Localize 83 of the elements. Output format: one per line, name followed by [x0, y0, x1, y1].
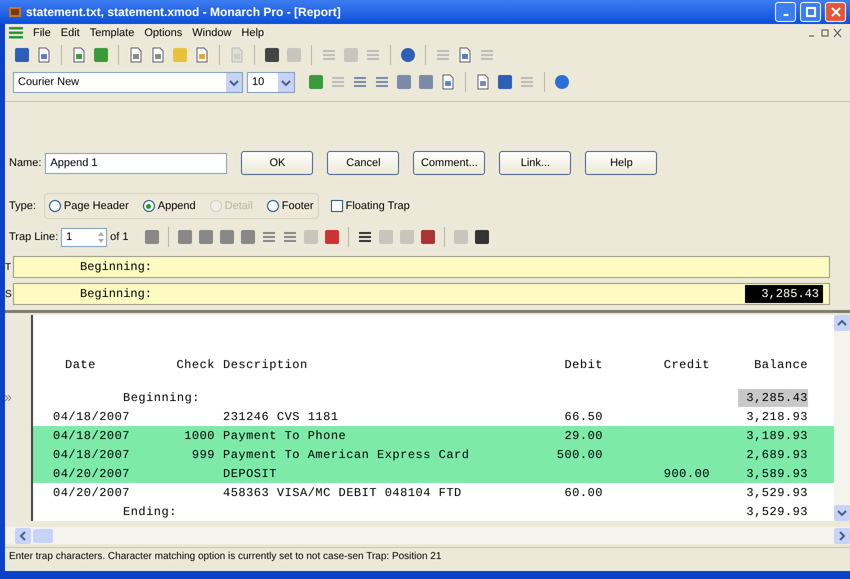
trap-line-field[interactable]: Beginning: 3,285.43	[13, 283, 830, 305]
trap-line-count: of 1	[110, 230, 128, 245]
current-row-icon	[5, 394, 11, 400]
minimize-button[interactable]	[775, 2, 796, 22]
radio-option[interactable]: Footer	[266, 198, 314, 214]
table-cell-text: 3,189.93	[745, 428, 808, 444]
close-button[interactable]	[825, 2, 846, 22]
menu-item[interactable]: Help	[241, 24, 264, 42]
table-cell-text: 3,529.93	[745, 484, 808, 502]
menu-icon[interactable]	[9, 27, 23, 39]
menu-item[interactable]: Options	[144, 24, 182, 42]
table-cell-text: Payment To American Express Card	[222, 446, 470, 464]
menu-item[interactable]: Template	[90, 24, 134, 42]
dialog-button[interactable]: Help	[585, 151, 658, 175]
trap-line-field[interactable]: Beginning:	[13, 256, 830, 278]
app-icon	[8, 5, 22, 19]
balance-cell: 3,285.43	[738, 388, 808, 406]
radio-option[interactable]: Page Header	[48, 198, 129, 214]
scroll-right-icon[interactable]	[834, 528, 850, 544]
table-cell-text: 231246 CVS 1181	[222, 408, 340, 426]
radio-button[interactable]	[48, 200, 61, 212]
table-cell-text: 04/20/2007	[53, 466, 132, 482]
table-cell-text: 458363 VISA/MC DEBIT 048104 FTD	[222, 484, 463, 502]
table-cell-text: 29.00	[563, 428, 603, 444]
table-cell-text: 04/18/2007	[53, 408, 132, 426]
menu-item[interactable]: Edit	[60, 24, 80, 42]
table-cell-text: 04/20/2007	[53, 484, 132, 502]
type-label: Type:	[9, 198, 36, 214]
row-label: Beginning:	[122, 390, 202, 406]
caret-icon[interactable]	[226, 72, 242, 92]
table-cell-text: 66.50	[563, 408, 603, 426]
floating-trap-checkbox[interactable]	[330, 200, 343, 212]
radio-option[interactable]: Append	[142, 198, 196, 214]
table-cell-text: DEPOSIT	[222, 466, 278, 482]
table-cell-text: 04/18/2007	[53, 446, 132, 464]
size-dropdown[interactable]: 10	[247, 72, 295, 92]
font-dropdown[interactable]: Courier New	[13, 72, 243, 92]
dialog-button[interactable]: Comment...	[413, 151, 486, 175]
trap-line-spinner[interactable]: 1	[61, 228, 108, 246]
column-header: Debit	[563, 356, 603, 374]
menu-item[interactable]: Window	[192, 24, 232, 42]
column-header: Date	[64, 356, 97, 374]
caret-icon[interactable]	[278, 72, 294, 92]
table-cell-text: 999	[190, 446, 215, 464]
maximize-icon	[806, 7, 816, 17]
table-cell-text: 04/18/2007	[53, 428, 132, 444]
column-header: Credit	[662, 356, 710, 374]
menu-item[interactable]: File	[33, 24, 51, 42]
vertical-scrollbar[interactable]	[834, 315, 850, 521]
checkbox-label: Floating Trap	[346, 198, 410, 214]
table-cell-text: 3,589.93	[745, 466, 808, 482]
name-label: Name:	[9, 156, 42, 171]
window-title: statement.txt, statement.xmod - Monarch Pro - [Report]	[26, 4, 341, 21]
status-bar: Enter trap characters. Character matching option is currently set to not case-sen Trap: Position 21	[5, 547, 850, 565]
table-cell-text: 1000	[183, 428, 215, 444]
column-header: Description	[222, 356, 309, 374]
table-cell-text: 900.00	[662, 466, 710, 482]
table-cell-text: Payment To Phone	[222, 428, 348, 444]
radio-button[interactable]	[142, 200, 155, 212]
horizontal-scrollbar[interactable]	[5, 527, 850, 544]
selected-text: 3,285.43	[745, 285, 823, 303]
dialog-button[interactable]: Link...	[499, 151, 572, 175]
table-cell-text: 3,218.93	[745, 408, 808, 426]
radio-button[interactable]	[266, 200, 279, 212]
close-icon	[830, 7, 840, 17]
maximize-button[interactable]	[800, 2, 821, 22]
scroll-up-icon[interactable]	[834, 315, 850, 331]
column-header: Balance	[753, 356, 808, 374]
trap-line-marker: T	[5, 260, 12, 274]
table-cell-text: 500.00	[556, 446, 603, 464]
trap-line-label: Trap Line:	[9, 230, 58, 245]
name-field[interactable]: Append 1	[45, 152, 228, 174]
table-cell-text: 60.00	[563, 484, 603, 502]
row-label: Ending:	[122, 504, 178, 520]
dialog-button[interactable]: Cancel	[327, 151, 400, 175]
table-cell-text: 2,689.93	[745, 446, 808, 464]
minimize-icon	[782, 14, 788, 16]
trap-line-marker: S	[5, 288, 13, 302]
dialog-button[interactable]: OK	[241, 151, 314, 175]
scroll-left-icon[interactable]	[15, 528, 55, 544]
scroll-down-icon[interactable]	[834, 505, 850, 521]
column-header: Check	[175, 356, 215, 374]
balance-cell-text: 3,529.93	[745, 504, 808, 520]
